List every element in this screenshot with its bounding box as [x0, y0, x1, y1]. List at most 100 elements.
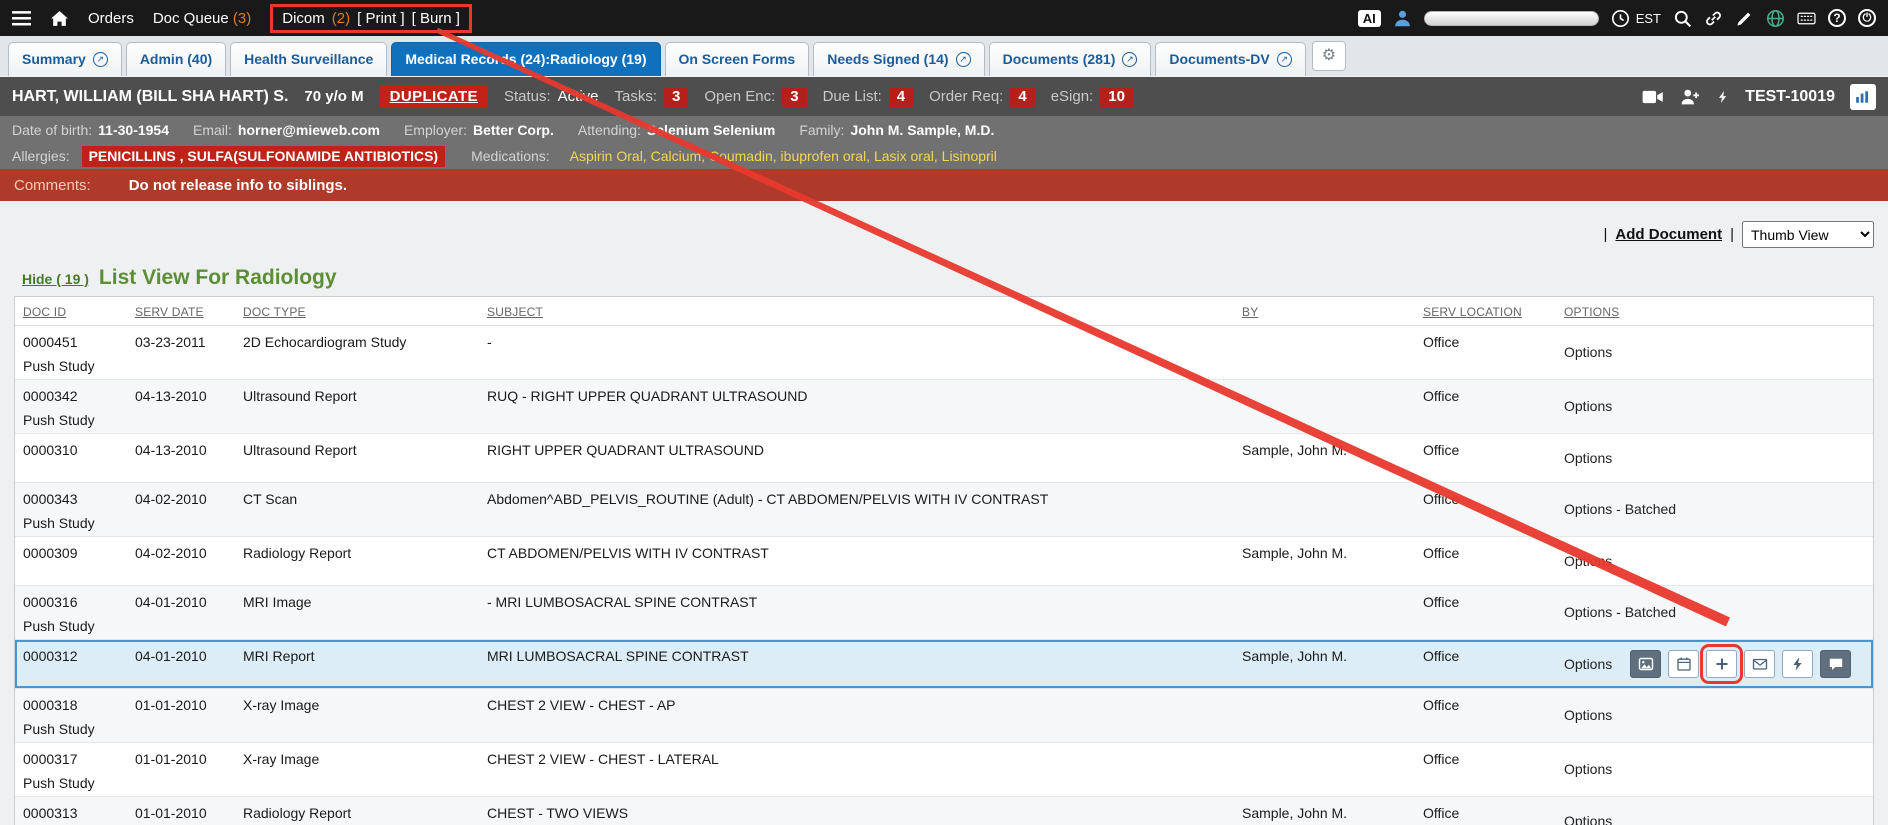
- medication-link[interactable]: ibuprofen oral,: [781, 148, 874, 164]
- link-icon[interactable]: [1704, 9, 1723, 28]
- table-row[interactable]: 0000316Push Study04-01-2010MRI Image- MR…: [15, 586, 1873, 640]
- tab-settings-gear-icon[interactable]: [1312, 41, 1346, 71]
- table-row[interactable]: 0000318Push Study01-01-2010X-ray ImageCH…: [15, 689, 1873, 743]
- tab-medical-records-radiology[interactable]: Medical Records (24):Radiology (19): [391, 42, 660, 76]
- doc-id-link[interactable]: 0000312: [23, 648, 119, 665]
- options-link[interactable]: Options: [1564, 656, 1612, 673]
- tab-health-surveillance[interactable]: Health Surveillance: [230, 42, 387, 76]
- doc-id-link[interactable]: 0000342: [23, 388, 119, 405]
- options-link[interactable]: Options - Batched: [1564, 501, 1676, 518]
- push-study-link[interactable]: Push Study: [23, 358, 119, 375]
- duplicate-flag[interactable]: DUPLICATE: [380, 85, 488, 108]
- push-study-link[interactable]: Push Study: [23, 775, 119, 792]
- home-icon[interactable]: [50, 9, 69, 28]
- table-row[interactable]: 0000343Push Study04-02-2010CT ScanAbdome…: [15, 483, 1873, 537]
- doc-queue-link[interactable]: Doc Queue (3): [153, 10, 251, 27]
- user-icon[interactable]: [1393, 9, 1412, 28]
- tab-on-screen-forms[interactable]: On Screen Forms: [665, 42, 810, 76]
- counter-value[interactable]: 3: [664, 87, 688, 107]
- dicom-link[interactable]: Dicom: [282, 10, 325, 27]
- medication-link[interactable]: Lisinopril: [942, 148, 997, 164]
- medication-link[interactable]: Calcium,: [651, 148, 709, 164]
- dicom-burn-button[interactable]: [ Burn ]: [412, 10, 460, 27]
- column-header[interactable]: DOC TYPE: [235, 305, 479, 319]
- column-header[interactable]: SUBJECT: [479, 305, 1234, 319]
- table-row[interactable]: 000031204-01-2010MRI ReportMRI LUMBOSACR…: [15, 640, 1873, 689]
- doc-id-link[interactable]: 0000313: [23, 805, 119, 822]
- options-link[interactable]: Options: [1564, 344, 1612, 361]
- options-link[interactable]: Options: [1564, 813, 1612, 825]
- counter-value[interactable]: 3: [782, 87, 806, 107]
- column-header[interactable]: SERV LOCATION: [1415, 305, 1556, 319]
- allergies-value[interactable]: PENICILLINS , SULFA(SULFONAMIDE ANTIBIOT…: [82, 146, 445, 167]
- options-link[interactable]: Options: [1564, 761, 1612, 778]
- options-link[interactable]: Options: [1564, 553, 1612, 570]
- counter-value[interactable]: 4: [1010, 87, 1034, 107]
- lightning-icon[interactable]: [1716, 88, 1730, 106]
- table-row[interactable]: 0000342Push Study04-13-2010Ultrasound Re…: [15, 380, 1873, 434]
- options-link[interactable]: Options: [1564, 398, 1612, 415]
- video-camera-icon[interactable]: [1642, 88, 1664, 106]
- column-header[interactable]: SERV DATE: [127, 305, 235, 319]
- pen-icon[interactable]: [1735, 9, 1754, 28]
- medication-link[interactable]: Coumadin,: [709, 148, 781, 164]
- table-row[interactable]: 0000317Push Study01-01-2010X-ray ImageCH…: [15, 743, 1873, 797]
- column-header[interactable]: OPTIONS: [1556, 305, 1873, 319]
- tab-documents[interactable]: Documents (281)↗: [989, 42, 1152, 76]
- push-study-link[interactable]: Push Study: [23, 721, 119, 738]
- search-icon[interactable]: [1673, 9, 1692, 28]
- chat-action-icon[interactable]: [1820, 650, 1851, 678]
- table-row[interactable]: 000030904-02-2010Radiology ReportCT ABDO…: [15, 537, 1873, 586]
- doc-id-link[interactable]: 0000309: [23, 545, 119, 562]
- flowsheet-chart-icon[interactable]: [1850, 84, 1876, 110]
- tab-admin[interactable]: Admin (40): [126, 42, 226, 76]
- doc-id-link[interactable]: 0000316: [23, 594, 119, 611]
- power-icon[interactable]: [1858, 9, 1876, 27]
- orders-link[interactable]: Orders: [88, 10, 134, 27]
- plus-action-icon[interactable]: [1706, 650, 1737, 678]
- doc-id-link[interactable]: 0000343: [23, 491, 119, 508]
- tab-summary[interactable]: Summary↗: [8, 42, 122, 76]
- view-mode-select[interactable]: Thumb View: [1742, 221, 1874, 248]
- hide-list-link[interactable]: Hide ( 19 ): [22, 271, 89, 287]
- lightning-action-icon[interactable]: [1782, 650, 1813, 678]
- help-icon[interactable]: [1828, 9, 1846, 27]
- doc-id-link[interactable]: 0000318: [23, 697, 119, 714]
- add-user-icon[interactable]: [1679, 88, 1701, 106]
- keyboard-icon[interactable]: [1797, 9, 1816, 28]
- subject-cell: -: [479, 326, 1234, 379]
- push-study-link[interactable]: Push Study: [23, 618, 119, 635]
- popout-icon[interactable]: ↗: [93, 52, 108, 67]
- calendar-action-icon[interactable]: [1668, 650, 1699, 678]
- ai-badge[interactable]: AI: [1358, 10, 1381, 27]
- options-link[interactable]: Options - Batched: [1564, 604, 1676, 621]
- popout-icon[interactable]: ↗: [1122, 52, 1137, 67]
- popout-icon[interactable]: ↗: [956, 52, 971, 67]
- push-study-link[interactable]: Push Study: [23, 412, 119, 429]
- image-action-icon[interactable]: [1630, 650, 1661, 678]
- clock-icon[interactable]: [1611, 9, 1630, 28]
- options-link[interactable]: Options: [1564, 707, 1612, 724]
- column-header[interactable]: BY: [1234, 305, 1415, 319]
- counter-value[interactable]: 10: [1100, 87, 1133, 107]
- doc-id-link[interactable]: 0000310: [23, 442, 119, 459]
- push-study-link[interactable]: Push Study: [23, 515, 119, 532]
- table-row[interactable]: 000031301-01-2010Radiology ReportCHEST -…: [15, 797, 1873, 825]
- doc-id-link[interactable]: 0000451: [23, 334, 119, 351]
- globe-icon[interactable]: [1766, 9, 1785, 28]
- tab-needs-signed[interactable]: Needs Signed (14)↗: [813, 42, 984, 76]
- counter-value[interactable]: 4: [889, 87, 913, 107]
- table-row[interactable]: 000031004-13-2010Ultrasound ReportRIGHT …: [15, 434, 1873, 483]
- dicom-print-button[interactable]: [ Print ]: [357, 10, 405, 27]
- envelope-action-icon[interactable]: [1744, 650, 1775, 678]
- add-document-link[interactable]: Add Document: [1615, 226, 1722, 243]
- medication-link[interactable]: Aspirin Oral,: [570, 148, 651, 164]
- table-row[interactable]: 0000451Push Study03-23-20112D Echocardio…: [15, 326, 1873, 380]
- options-link[interactable]: Options: [1564, 450, 1612, 467]
- popout-icon[interactable]: ↗: [1277, 52, 1292, 67]
- column-header[interactable]: DOC ID: [15, 305, 127, 319]
- tab-documents-dv[interactable]: Documents-DV↗: [1155, 42, 1305, 76]
- doc-id-link[interactable]: 0000317: [23, 751, 119, 768]
- medication-link[interactable]: Lasix oral,: [874, 148, 942, 164]
- hamburger-menu-icon[interactable]: [12, 9, 31, 28]
